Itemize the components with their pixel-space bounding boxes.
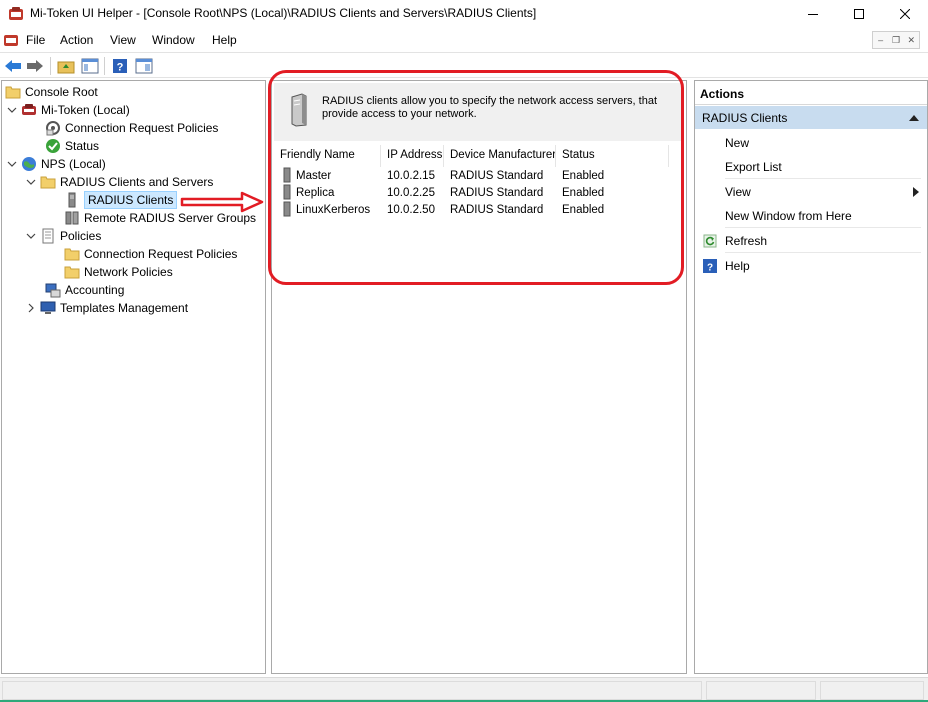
back-button[interactable] (3, 56, 23, 76)
help-icon: ? (703, 259, 717, 273)
folder-icon (64, 266, 80, 279)
status-segment-2 (706, 681, 816, 700)
check-status-icon (46, 139, 60, 153)
show-hide-tree-icon (81, 58, 99, 74)
templates-icon (40, 301, 56, 314)
app-icon[interactable] (8, 6, 24, 22)
tree-label: NPS (Local) (41, 157, 106, 171)
policies-icon (46, 121, 60, 136)
menu-bar: File Action View Window Help – ❐ ✕ (0, 29, 928, 51)
tree-label-selected: RADIUS Clients (84, 191, 178, 209)
status-segment-3 (820, 681, 924, 700)
tree-label: Accounting (65, 283, 125, 297)
svg-text:?: ? (117, 62, 124, 74)
tree-item-accounting[interactable]: Accounting (45, 281, 124, 299)
annotation-arrow-icon (180, 191, 264, 213)
forward-icon (27, 60, 43, 72)
server-icon (68, 192, 76, 208)
accounting-icon (45, 283, 61, 298)
action-pane-button[interactable] (134, 56, 154, 76)
menu-help[interactable]: Help (212, 33, 237, 47)
mdi-close-button[interactable]: ✕ (904, 32, 919, 48)
back-icon (5, 60, 21, 72)
tree-label: RADIUS Clients and Servers (60, 175, 214, 189)
mdi-window-controls: – ❐ ✕ (872, 31, 920, 49)
menu-window[interactable]: Window (152, 33, 195, 47)
tree-item-templates-management[interactable]: Templates Management (26, 299, 188, 317)
maximize-icon (854, 9, 864, 19)
tree-label: Console Root (25, 85, 98, 99)
chevron-down-icon[interactable] (7, 105, 17, 115)
menu-view[interactable]: View (110, 33, 136, 47)
mdi-minimize-button[interactable]: – (873, 32, 888, 48)
nps-globe-icon (22, 157, 36, 171)
tree-item-policies[interactable]: Policies (26, 227, 101, 245)
action-pane-icon (135, 58, 153, 74)
close-button[interactable] (882, 0, 928, 28)
folder-icon (64, 248, 80, 261)
collapse-up-icon[interactable] (909, 115, 919, 121)
maximize-button[interactable] (836, 0, 882, 28)
tree-item-network-policies[interactable]: Network Policies (64, 263, 173, 281)
tree-item-status[interactable]: Status (45, 137, 99, 155)
minimize-button[interactable] (790, 0, 836, 28)
tree-item-nps-local[interactable]: NPS (Local) (7, 155, 106, 173)
minimize-icon (808, 14, 818, 15)
forward-button[interactable] (25, 56, 45, 76)
help-toolbar-button[interactable]: ? (110, 56, 130, 76)
tree-item-mi-token-local[interactable]: Mi-Token (Local) (7, 101, 130, 119)
show-hide-tree-button[interactable] (80, 56, 100, 76)
submenu-arrow-icon (913, 187, 919, 197)
actions-group-header[interactable]: RADIUS Clients (695, 106, 927, 129)
action-refresh[interactable]: Refresh (725, 234, 767, 248)
refresh-icon (703, 234, 717, 248)
mdi-restore-button[interactable]: ❐ (888, 32, 903, 48)
close-icon (900, 9, 910, 19)
policy-doc-icon (42, 228, 54, 244)
server-group-icon (65, 211, 79, 225)
status-bar (0, 677, 928, 702)
tree-label: Mi-Token (Local) (41, 103, 130, 117)
document-icon[interactable] (3, 32, 19, 48)
annotation-highlight-frame (268, 70, 684, 285)
action-export-list[interactable]: Export List (725, 160, 782, 174)
svg-text:?: ? (707, 263, 713, 274)
folder-icon (40, 176, 56, 189)
chevron-down-icon[interactable] (26, 231, 36, 241)
tree-item-radius-clients-and-servers[interactable]: RADIUS Clients and Servers (26, 173, 213, 191)
window-title: Mi-Token UI Helper - [Console Root\NPS (… (30, 6, 537, 20)
chevron-down-icon[interactable] (26, 177, 36, 187)
chevron-down-icon[interactable] (7, 159, 17, 169)
action-new[interactable]: New (725, 136, 749, 150)
folder-icon (5, 86, 21, 99)
tree-item-nps-connection-request-policies[interactable]: Connection Request Policies (64, 245, 237, 263)
action-help[interactable]: Help (725, 259, 750, 273)
title-bar: Mi-Token UI Helper - [Console Root\NPS (… (0, 0, 928, 28)
menu-file[interactable]: File (26, 33, 45, 47)
tree-label: Connection Request Policies (65, 121, 219, 135)
tree-label: Templates Management (60, 301, 189, 315)
action-view[interactable]: View (725, 185, 751, 199)
menu-action[interactable]: Action (60, 33, 93, 47)
tree-item-mi-token-connection-request-policies[interactable]: Connection Request Policies (45, 119, 218, 137)
tree-label: Connection Request Policies (84, 247, 238, 261)
tree-label: Remote RADIUS Server Groups (84, 211, 257, 225)
tree-label: Network Policies (84, 265, 173, 279)
tree-item-radius-clients[interactable]: RADIUS Clients (64, 191, 178, 209)
tree-item-console-root[interactable]: Console Root (5, 83, 98, 101)
up-folder-icon (57, 61, 75, 74)
console-tree-pane: Console Root Mi-Token (Local) Connection… (1, 80, 266, 674)
action-new-window-from-here[interactable]: New Window from Here (725, 209, 852, 223)
help-icon: ? (113, 59, 127, 74)
tree-label: Policies (60, 229, 102, 243)
tree-label: Status (65, 139, 100, 153)
mi-token-icon (22, 104, 36, 115)
status-segment-main (2, 681, 702, 700)
up-folder-button[interactable] (56, 56, 76, 76)
chevron-right-icon[interactable] (26, 303, 36, 313)
actions-pane: Actions RADIUS Clients New Export List V… (694, 80, 928, 674)
actions-group-label: RADIUS Clients (702, 111, 788, 125)
actions-title: Actions (695, 81, 927, 105)
